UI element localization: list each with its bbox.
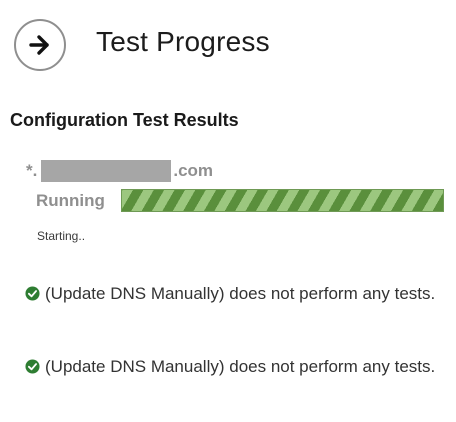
arrow-right-icon — [29, 35, 49, 55]
page-header: Test Progress — [14, 19, 434, 75]
next-button[interactable] — [14, 19, 66, 71]
status-label: Running — [36, 191, 105, 210]
domain-suffix: .com — [173, 161, 214, 180]
result-text: (Update DNS Manually) does not perform a… — [45, 284, 436, 303]
section-heading: Configuration Test Results — [10, 110, 239, 130]
domain-prefix: *. — [26, 161, 38, 180]
result-text: (Update DNS Manually) does not perform a… — [45, 357, 436, 376]
check-circle-icon — [25, 359, 40, 374]
page-title: Test Progress — [96, 26, 270, 57]
progress-detail-text: Starting.. — [37, 229, 86, 243]
redacted-domain-block — [41, 160, 172, 182]
domain-name: *. .com — [26, 160, 213, 182]
check-circle-icon — [25, 286, 40, 301]
progress-bar — [121, 189, 444, 212]
progress-bar-fill — [122, 190, 443, 211]
result-item: (Update DNS Manually) does not perform a… — [25, 283, 445, 305]
result-item: (Update DNS Manually) does not perform a… — [25, 356, 445, 378]
